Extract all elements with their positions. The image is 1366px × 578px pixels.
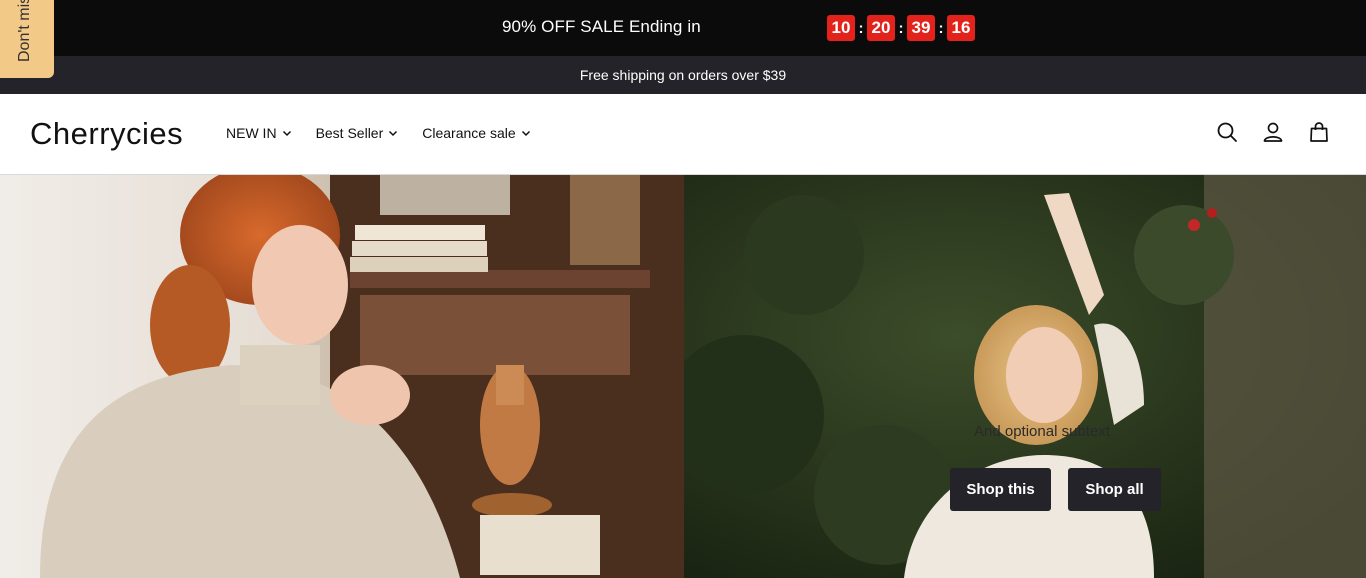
account-icon[interactable] bbox=[1262, 121, 1284, 143]
search-icon[interactable] bbox=[1216, 121, 1238, 143]
site-header: Cherrycies NEW IN Best Seller Clearance … bbox=[0, 94, 1366, 175]
shop-all-button[interactable]: Shop all bbox=[1068, 468, 1161, 511]
chevron-down-icon bbox=[521, 130, 530, 137]
cart-icon[interactable] bbox=[1308, 121, 1330, 143]
header-icons bbox=[1216, 121, 1330, 143]
countdown-minutes: 39 bbox=[907, 15, 935, 41]
shipping-bar: Free shipping on orders over $39 bbox=[0, 56, 1366, 94]
chevron-down-icon bbox=[282, 130, 291, 137]
chevron-down-icon bbox=[389, 130, 398, 137]
nav-label: NEW IN bbox=[226, 125, 277, 141]
countdown-separator: : bbox=[898, 19, 904, 37]
hero-banner bbox=[0, 175, 1366, 578]
woman-in-garden-image bbox=[684, 175, 1366, 578]
hero-subtext: And optional subtext bbox=[974, 423, 1110, 440]
site-logo[interactable]: Cherrycies bbox=[30, 116, 183, 152]
hero-image-left bbox=[0, 175, 684, 578]
nav-item-new-in[interactable]: NEW IN bbox=[226, 125, 292, 141]
nav-item-clearance-sale[interactable]: Clearance sale bbox=[422, 125, 530, 141]
announcement-bar: 90% OFF SALE Ending in 10 : 20 : 39 : 16 bbox=[0, 0, 1366, 56]
shipping-text: Free shipping on orders over $39 bbox=[579, 67, 787, 83]
promo-side-tab[interactable]: Don't miss bbox=[0, 0, 54, 78]
countdown-hours: 20 bbox=[867, 15, 895, 41]
shop-this-button[interactable]: Shop this bbox=[950, 468, 1051, 511]
nav-item-best-seller[interactable]: Best Seller bbox=[316, 125, 399, 141]
side-tab-label: Don't miss bbox=[16, 0, 33, 62]
countdown-separator: : bbox=[938, 19, 944, 37]
hero-image-right bbox=[684, 175, 1366, 578]
nav-label: Best Seller bbox=[315, 125, 384, 141]
countdown-separator: : bbox=[858, 19, 864, 37]
nav-label: Clearance sale bbox=[422, 125, 516, 141]
sale-text: 90% OFF SALE Ending in bbox=[502, 17, 701, 36]
countdown-timer: 10 : 20 : 39 : 16 bbox=[827, 15, 975, 41]
main-nav: NEW IN Best Seller Clearance sale bbox=[226, 125, 531, 141]
countdown-seconds: 16 bbox=[947, 15, 975, 41]
woman-at-desk-image bbox=[0, 175, 684, 578]
countdown-days: 10 bbox=[827, 15, 855, 41]
